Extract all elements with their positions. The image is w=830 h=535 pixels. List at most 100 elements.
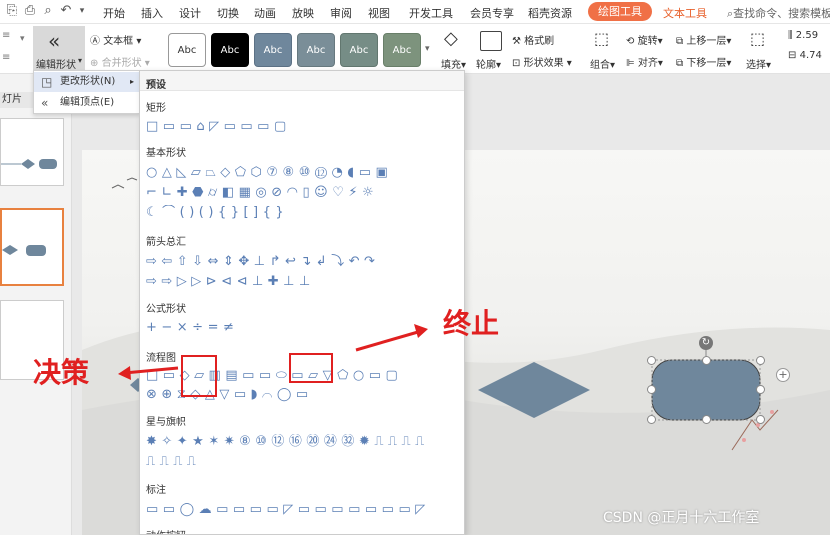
format-brush-icon: ⚒ bbox=[512, 36, 521, 47]
section-block-arrows: 箭头总汇 bbox=[146, 237, 186, 248]
bring-forward-icon: ⧉ bbox=[676, 36, 684, 47]
shape-row[interactable]: ⎍⎍⎍⎍ bbox=[146, 454, 460, 470]
edit-shape-icon: « bbox=[48, 29, 61, 53]
bring-forward-button[interactable]: ⧉ 上移一层▾ bbox=[676, 32, 731, 47]
bring-forward-label: 上移一层 bbox=[686, 36, 727, 47]
resize-handle-ne[interactable] bbox=[756, 356, 765, 365]
tab-member[interactable]: 会员专享 bbox=[470, 5, 514, 21]
edit-points-icon: « bbox=[41, 96, 49, 110]
shape-gallery-panel: 预设 矩形 □▭▭⌂◸▭▭▭▢ 基本形状 ○△◺▱⏢◇⬠⬡⑦⑧⑩⑫◔◖▭▣ ⌐∟… bbox=[139, 70, 465, 535]
height-value: 2.59 bbox=[795, 30, 819, 41]
shape-row[interactable]: ○△◺▱⏢◇⬠⬡⑦⑧⑩⑫◔◖▭▣ bbox=[146, 165, 460, 181]
tab-view[interactable]: 视图 bbox=[368, 5, 390, 21]
merge-shape-button[interactable]: ⊕ 合并形状 ▾ bbox=[90, 54, 150, 69]
search-placeholder: 查找命令、搜索模板 bbox=[733, 7, 830, 20]
shape-row[interactable]: ☾⌒()(){}[]{} bbox=[146, 205, 460, 221]
resize-handle-n[interactable] bbox=[702, 356, 711, 365]
quick-add-icon[interactable]: + bbox=[776, 368, 790, 382]
thumbnail-1-diagram bbox=[1, 159, 57, 169]
shape-row[interactable]: +−×÷=≠ bbox=[146, 320, 460, 336]
rotate-handle-icon[interactable]: ↻ bbox=[699, 336, 713, 350]
send-backward-button[interactable]: ⧉ 下移一层▾ bbox=[676, 54, 731, 69]
select-icon: ⬚ bbox=[750, 29, 766, 48]
resize-handle-e[interactable] bbox=[756, 385, 765, 394]
tab-slideshow[interactable]: 放映 bbox=[292, 5, 314, 21]
resize-handle-w[interactable] bbox=[647, 385, 656, 394]
slide-thumbnail-1[interactable] bbox=[0, 118, 64, 186]
shape-row[interactable]: ✸✧✦★✶✷⑧⑩⑫⑯⑳㉔㉜✹⎍⎍⎍⎍ bbox=[146, 434, 460, 450]
tab-review[interactable]: 审阅 bbox=[330, 5, 352, 21]
textbox-icon: Ⓐ bbox=[90, 36, 100, 47]
watermark-text: CSDN @正月十六工作室 bbox=[603, 510, 760, 526]
section-callouts: 标注 bbox=[146, 485, 166, 496]
section-rectangles: 矩形 bbox=[146, 103, 166, 114]
tab-insert[interactable]: 插入 bbox=[141, 5, 163, 21]
send-backward-icon: ⧉ bbox=[676, 58, 684, 69]
slide-thumbnail-2[interactable] bbox=[0, 208, 64, 286]
edit-points-menu-item[interactable]: « 编辑顶点(E) bbox=[34, 93, 139, 113]
shape-style-1[interactable]: Abc bbox=[168, 33, 206, 67]
resize-handle-s[interactable] bbox=[702, 415, 711, 424]
resize-handle-sw[interactable] bbox=[647, 415, 656, 424]
rotate-button[interactable]: ⟲ 旋转▾ bbox=[626, 32, 663, 47]
merge-shape-label: 合并形状 bbox=[101, 58, 142, 69]
select-button[interactable]: 选择▾ bbox=[746, 56, 771, 71]
shape-row[interactable]: □▭▭⌂◸▭▭▭▢ bbox=[146, 119, 460, 135]
terminator-shape bbox=[651, 359, 761, 421]
save-icon[interactable]: ⎘ bbox=[4, 3, 20, 19]
tab-drawing-tools[interactable]: 绘图工具 bbox=[588, 2, 652, 21]
shape-row[interactable]: ⌐∟✚⬣⌭◧▦◎⊘◠▯☺♡⚡☼ bbox=[146, 185, 460, 201]
merge-shape-icon: ⊕ bbox=[90, 58, 99, 69]
ribbon-left-clip: ≡ bbox=[2, 30, 11, 41]
undo-icon[interactable]: ↶ bbox=[58, 3, 74, 19]
shape-row[interactable]: ▭▭◯☁▭▭▭▭◸▭▭▭▭▭▭▭◸ bbox=[146, 502, 460, 518]
style-gallery-more-icon[interactable]: ▾ bbox=[425, 44, 430, 54]
shape-row[interactable]: ⇨⇨▷▷⊳⊲⊲⊥✚⊥⊥ bbox=[146, 274, 460, 290]
outline-icon bbox=[480, 31, 502, 51]
textbox-button[interactable]: Ⓐ 文本框 ▾ bbox=[90, 32, 141, 47]
thumbnail-2-diagram bbox=[2, 245, 46, 256]
tab-text-tools[interactable]: 文本工具 bbox=[663, 5, 707, 21]
width-field[interactable]: ⊟ 4.74 bbox=[788, 50, 822, 61]
gallery-header: 预设 bbox=[146, 80, 166, 91]
shape-style-5[interactable]: Abc bbox=[340, 33, 378, 67]
undo-dropdown-icon[interactable]: ▾ bbox=[74, 3, 90, 19]
shape-style-2[interactable]: Abc bbox=[211, 33, 249, 67]
tab-animation[interactable]: 动画 bbox=[254, 5, 276, 21]
decision-highlight-box bbox=[181, 355, 217, 397]
shape-style-4[interactable]: Abc bbox=[297, 33, 335, 67]
group-label: 组合 bbox=[590, 60, 610, 71]
annotation-decision: 决策 bbox=[33, 356, 90, 389]
resize-handle-nw[interactable] bbox=[647, 356, 656, 365]
align-label: 对齐 bbox=[637, 58, 658, 69]
section-flowchart: 流程图 bbox=[146, 353, 176, 364]
shape-style-3[interactable]: Abc bbox=[254, 33, 292, 67]
tab-home[interactable]: 开始 bbox=[103, 5, 125, 21]
edit-points-label: 编辑顶点(E) bbox=[60, 97, 115, 108]
shape-row[interactable]: ⇨⇦⇧⇩⇔⇕✥⊥↱↩↴↲⤵↶↷ bbox=[146, 254, 460, 270]
send-backward-label: 下移一层 bbox=[686, 58, 727, 69]
outline-button[interactable]: 轮廓▾ bbox=[476, 56, 501, 71]
print-icon[interactable]: ⎙ bbox=[22, 3, 38, 19]
select-label: 选择 bbox=[746, 60, 766, 71]
shape-effect-button[interactable]: ⊡ 形状效果 ▾ bbox=[512, 54, 572, 69]
fill-button[interactable]: 填充▾ bbox=[441, 56, 466, 71]
height-field[interactable]: ⫼ 2.59 bbox=[788, 30, 818, 41]
tab-transition[interactable]: 切换 bbox=[217, 5, 239, 21]
format-brush-label: 格式刷 bbox=[524, 36, 555, 47]
section-equation-shapes: 公式形状 bbox=[146, 304, 186, 315]
change-shape-label: 更改形状(N) bbox=[60, 76, 116, 87]
tab-design[interactable]: 设计 bbox=[179, 5, 201, 21]
search-box[interactable]: ⌕查找命令、搜索模板 bbox=[727, 5, 830, 21]
section-stars-banners: 星与旗帜 bbox=[146, 417, 186, 428]
tab-developer[interactable]: 开发工具 bbox=[409, 5, 453, 21]
tab-docer[interactable]: 稻壳资源 bbox=[528, 5, 572, 21]
resize-handle-se[interactable] bbox=[756, 415, 765, 424]
group-button[interactable]: 组合▾ bbox=[590, 56, 615, 71]
align-button[interactable]: ⊫ 对齐▾ bbox=[626, 54, 663, 69]
change-shape-menu-item[interactable]: ◳ 更改形状(N) ▸ bbox=[34, 72, 139, 92]
print-preview-icon[interactable]: ⌕ bbox=[40, 3, 56, 19]
group-icon: ⬚ bbox=[594, 29, 610, 48]
format-brush-button[interactable]: ⚒ 格式刷 bbox=[512, 32, 554, 47]
shape-style-6[interactable]: Abc bbox=[383, 33, 421, 67]
